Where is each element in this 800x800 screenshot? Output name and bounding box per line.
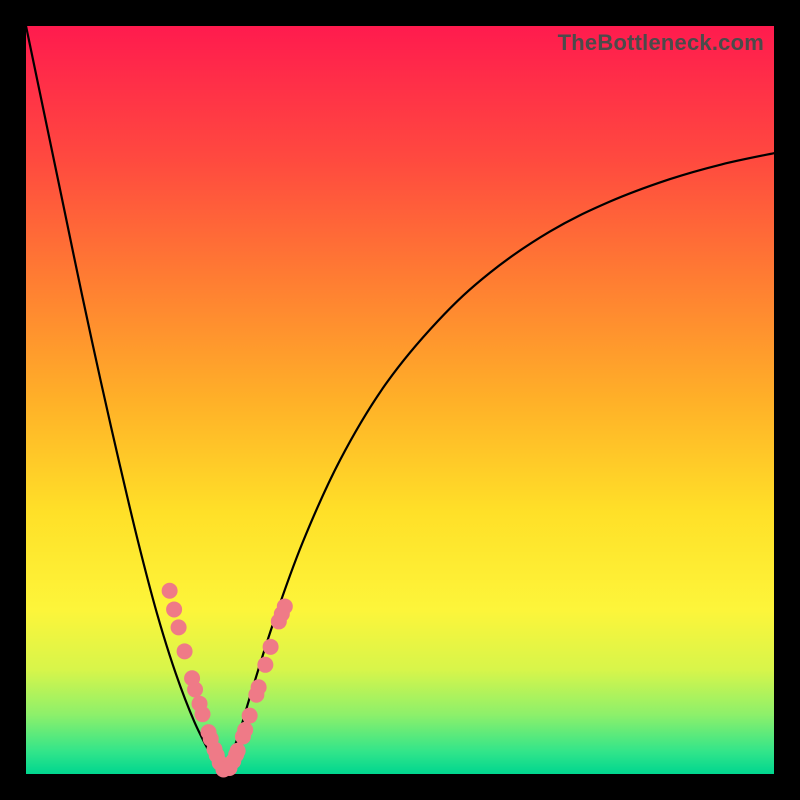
marker-dot <box>177 643 193 659</box>
marker-dot <box>242 708 258 724</box>
marker-dot <box>166 601 182 617</box>
chart-frame: TheBottleneck.com <box>0 0 800 800</box>
chart-svg <box>26 26 774 774</box>
marker-dot <box>187 681 203 697</box>
marker-dot <box>237 722 253 738</box>
chart-plot-area: TheBottleneck.com <box>26 26 774 774</box>
left-branch-curve <box>26 26 220 774</box>
marker-dot <box>195 706 211 722</box>
marker-dot <box>171 619 187 635</box>
marker-dot <box>230 743 246 759</box>
right-branch-curve <box>220 153 774 774</box>
marker-dot <box>257 657 273 673</box>
marker-dot <box>263 639 279 655</box>
marker-group <box>162 583 293 778</box>
marker-dot <box>251 679 267 695</box>
marker-dot <box>162 583 178 599</box>
marker-dot <box>277 598 293 614</box>
